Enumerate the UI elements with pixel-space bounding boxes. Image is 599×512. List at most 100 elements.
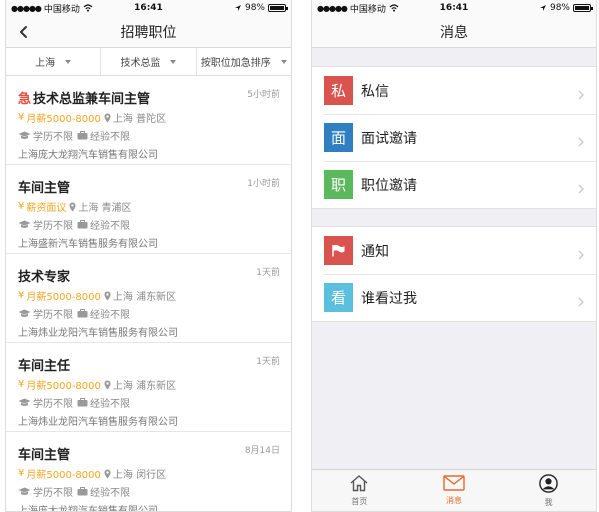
location-pin-icon <box>104 113 111 123</box>
battery-percent: 98% <box>244 3 265 13</box>
job-education: 学历不限 <box>33 399 73 410</box>
filter-sort[interactable]: 按职位加急排序 <box>197 48 291 75</box>
tab-mail[interactable]: 消息 <box>407 470 502 511</box>
job-company: 上海炜业龙阳汽车销售服务有限公司 <box>18 417 178 428</box>
tab-home[interactable]: 首页 <box>312 470 407 511</box>
job-salary: 薪资面议 <box>26 203 67 214</box>
location-arrow-icon <box>539 5 546 11</box>
job-time: 8月14日 <box>244 446 280 456</box>
location-pin-icon <box>69 202 76 212</box>
carrier-name: 中国移动 <box>349 4 386 15</box>
requirements-row: 学历不限 经验不限 <box>18 128 281 143</box>
urgent-badge: 急 <box>18 92 32 107</box>
job-title: 技术总监兼车间主管 <box>33 92 151 107</box>
caret-down-icon <box>280 59 287 64</box>
job-location: 上海 浦东新区 <box>112 292 177 303</box>
briefcase-icon <box>77 487 88 496</box>
job-education: 学历不限 <box>33 488 73 499</box>
tab-profile[interactable]: 我 <box>501 470 596 511</box>
status-bar: ●●●●● 中国移动 16:41 98% <box>312 0 596 16</box>
caret-down-icon <box>170 59 177 64</box>
job-location: 上海 浦东新区 <box>112 381 177 392</box>
job-card[interactable]: 车间主任 1天前 ¥ 月薪5000-8000 上海 浦东新区 学历不限 经验不限 上海炜业龙阳… <box>6 343 291 432</box>
graduation-cap-icon <box>18 220 31 229</box>
message-item-label: 谁看过我 <box>361 290 417 307</box>
message-item[interactable]: 面面试邀请 <box>312 114 596 161</box>
page-title: 招聘职位 <box>120 24 177 41</box>
carrier: ●●●●● 中国移动 <box>11 2 93 15</box>
graduation-cap-icon <box>18 131 31 140</box>
navbar: 消息 <box>312 16 596 48</box>
job-title-row: 车间主任 <box>18 355 281 374</box>
filter-bar: 上海 技术总监 按职位加急排序 <box>6 48 291 76</box>
job-title: 车间主管 <box>18 181 71 196</box>
job-experience: 经验不限 <box>90 221 130 232</box>
page-title: 消息 <box>440 24 468 41</box>
chevron-left-icon <box>20 26 27 38</box>
requirements-row: 学历不限 经验不限 <box>18 484 281 499</box>
job-experience: 经验不限 <box>90 488 130 499</box>
job-card[interactable]: 技术专家 1天前 ¥ 月薪5000-8000 上海 浦东新区 学历不限 经验不限 上海炜业龙阳… <box>6 254 291 343</box>
job-time: 1天前 <box>256 357 280 367</box>
requirements-row: 学历不限 经验不限 <box>18 306 281 321</box>
yen-icon: ¥ <box>18 468 25 479</box>
job-salary: 月薪5000-8000 <box>26 114 101 125</box>
message-item[interactable]: 私私信 <box>312 67 596 114</box>
job-salary: 月薪5000-8000 <box>26 292 101 303</box>
yen-icon: ¥ <box>18 201 25 212</box>
message-group: 私私信面面试邀请职职位邀请 <box>312 66 596 209</box>
job-location: 上海 闵行区 <box>112 470 167 481</box>
job-title: 车间主管 <box>18 448 71 463</box>
requirements-row: 学历不限 经验不限 <box>18 217 281 232</box>
filter-label: 按职位加急排序 <box>200 58 271 69</box>
signal-icon: ●●●●● <box>11 3 42 13</box>
salary-location-row: ¥ 月薪5000-8000 上海 闵行区 <box>18 466 281 481</box>
job-card[interactable]: 车间主管 1小时前 ¥ 薪资面议 上海 青浦区 学历不限 经验不限 上海盛新汽车销售服务有限公… <box>6 165 291 254</box>
back-button[interactable] <box>14 22 34 42</box>
job-title-row: 车间主管 <box>18 444 281 463</box>
job-company: 上海盛新汽车销售服务有限公司 <box>18 239 158 250</box>
job-education: 学历不限 <box>33 132 73 143</box>
job-card[interactable]: 车间主管 8月14日 ¥ 月薪5000-8000 上海 闵行区学历不限 经验不限上海庞大龙… <box>6 432 291 512</box>
job-education: 学历不限 <box>33 221 73 232</box>
job-company: 上海庞大龙翔汽车销售有限公司 <box>18 150 158 161</box>
filter-city[interactable]: 上海 <box>6 48 102 75</box>
flag-icon <box>324 236 353 265</box>
tab-label: 首页 <box>351 497 368 506</box>
filter-label: 技术总监 <box>120 58 161 69</box>
chevron-right-icon <box>578 85 584 104</box>
battery-percent: 98% <box>549 3 570 13</box>
briefcase-icon <box>77 220 88 229</box>
home-icon <box>349 474 369 494</box>
job-time: 1天前 <box>256 268 280 278</box>
job-card[interactable]: 急技术总监兼车间主管 5小时前 ¥ 月薪5000-8000 上海 普陀区 学历不限 经验不限… <box>6 76 291 165</box>
job-title-row: 技术专家 <box>18 266 281 285</box>
message-item-label: 通知 <box>361 243 389 260</box>
battery-fill <box>575 6 589 10</box>
wifi-icon <box>389 4 399 12</box>
job-list: 急技术总监兼车间主管 5小时前 ¥ 月薪5000-8000 上海 普陀区 学历不限 经验不限… <box>6 76 291 512</box>
briefcase-icon <box>77 131 88 140</box>
job-education: 学历不限 <box>33 310 73 321</box>
navbar: 招聘职位 <box>6 16 291 48</box>
message-item-label: 面试邀请 <box>361 130 417 147</box>
job-company: 上海庞大龙翔汽车销售有限公司 <box>18 506 158 512</box>
job-title: 车间主任 <box>18 359 71 374</box>
chevron-right-icon <box>578 132 584 151</box>
message-item[interactable]: 通知 <box>312 227 596 274</box>
carrier: ●●●●● 中国移动 <box>317 2 399 15</box>
job-title: 技术专家 <box>18 270 71 285</box>
chevron-right-icon <box>578 179 584 198</box>
filter-position[interactable]: 技术总监 <box>101 48 197 75</box>
location-pin-icon <box>104 291 111 301</box>
message-group: 通知看谁看过我 <box>312 226 596 322</box>
status-right: 98% <box>539 3 593 13</box>
graduation-cap-icon <box>18 398 31 407</box>
briefcase-icon <box>77 398 88 407</box>
job-time: 1小时前 <box>247 179 280 189</box>
message-item[interactable]: 看谁看过我 <box>312 274 596 321</box>
graduation-cap-icon <box>18 309 31 318</box>
message-item[interactable]: 职职位邀请 <box>312 161 596 208</box>
yen-icon: ¥ <box>18 290 25 301</box>
yen-icon: ¥ <box>18 379 25 390</box>
